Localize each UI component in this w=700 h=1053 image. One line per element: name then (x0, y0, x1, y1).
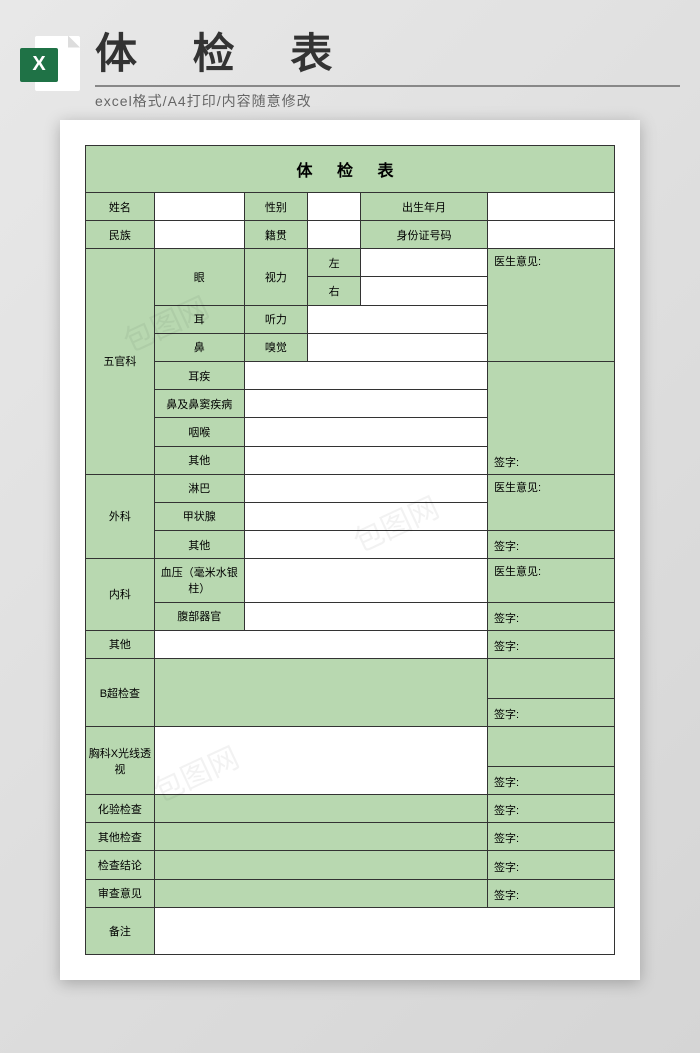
field-smell[interactable] (308, 333, 488, 361)
main-title: 体 检 表 (95, 20, 680, 87)
label-surgery-other: 其他 (154, 531, 244, 559)
label-surgery-opinion: 医生意见: (487, 474, 614, 530)
field-bscan-top[interactable] (487, 658, 614, 698)
field-lab[interactable] (154, 795, 487, 823)
label-ear-disease: 耳疾 (154, 361, 244, 389)
label-smell: 嗅觉 (244, 333, 307, 361)
label-surgery-dept: 外科 (86, 474, 155, 559)
label-right: 右 (308, 277, 361, 305)
label-review-sign: 签字: (487, 879, 614, 907)
field-remark[interactable] (154, 907, 614, 954)
label-abdomen: 腹部器官 (154, 602, 244, 630)
label-ent-dept: 五官科 (86, 249, 155, 474)
field-lymph[interactable] (244, 474, 487, 502)
field-abdomen[interactable] (244, 602, 487, 630)
field-nation[interactable] (154, 221, 244, 249)
label-xray: 胸科X光线透视 (86, 727, 155, 795)
label-vision: 视力 (244, 249, 307, 305)
field-origin[interactable] (308, 221, 361, 249)
excel-icon: X (20, 36, 80, 96)
page-header: X 体 检 表 excel格式/A4打印/内容随意修改 (20, 20, 680, 111)
label-review: 审查意见 (86, 879, 155, 907)
label-lab: 化验检查 (86, 795, 155, 823)
label-xray-sign: 签字: (487, 766, 614, 794)
label-ent-other: 其他 (154, 446, 244, 474)
sub-title: excel格式/A4打印/内容随意修改 (95, 91, 680, 111)
label-conclusion-sign: 签字: (487, 851, 614, 879)
field-hearing[interactable] (308, 305, 488, 333)
label-other-exam-sign: 签字: (487, 823, 614, 851)
label-hearing: 听力 (244, 305, 307, 333)
label-bscan: B超检查 (86, 658, 155, 726)
field-vision-right[interactable] (361, 277, 488, 305)
field-other-exam[interactable] (154, 823, 487, 851)
field-bscan[interactable] (154, 658, 487, 726)
label-lab-sign: 签字: (487, 795, 614, 823)
label-id: 身份证号码 (361, 221, 488, 249)
field-vision-left[interactable] (361, 249, 488, 277)
label-surgery-sign: 签字: (487, 531, 614, 559)
label-other-row: 其他 (86, 630, 155, 658)
label-left: 左 (308, 249, 361, 277)
label-remark: 备注 (86, 907, 155, 954)
label-nose: 鼻 (154, 333, 244, 361)
field-id[interactable] (487, 221, 614, 249)
field-ear-disease[interactable] (244, 361, 487, 389)
label-name: 姓名 (86, 192, 155, 220)
label-internal-dept: 内科 (86, 559, 155, 631)
field-sex[interactable] (308, 192, 361, 220)
field-bp[interactable] (244, 559, 487, 602)
label-bscan-sign: 签字: (487, 698, 614, 726)
label-throat: 咽喉 (154, 418, 244, 446)
field-ent-other[interactable] (244, 446, 487, 474)
field-xray[interactable] (154, 727, 487, 795)
document-paper: 体 检 表 姓名 性别 出生年月 民族 籍贯 身份证号码 五官科 眼 视力 左 … (60, 120, 640, 980)
label-other-sign: 签字: (487, 630, 614, 658)
excel-icon-letter: X (20, 48, 58, 82)
label-sex: 性别 (244, 192, 307, 220)
field-nose-disease[interactable] (244, 390, 487, 418)
field-thyroid[interactable] (244, 502, 487, 530)
label-ear: 耳 (154, 305, 244, 333)
label-internal-sign: 签字: (487, 602, 614, 630)
label-lymph: 淋巴 (154, 474, 244, 502)
label-internal-opinion: 医生意见: (487, 559, 614, 602)
label-dob: 出生年月 (361, 192, 488, 220)
label-other-exam: 其他检查 (86, 823, 155, 851)
label-nose-disease: 鼻及鼻窦疾病 (154, 390, 244, 418)
field-conclusion[interactable] (154, 851, 487, 879)
field-review[interactable] (154, 879, 487, 907)
form-title: 体 检 表 (86, 146, 615, 193)
label-conclusion: 检查结论 (86, 851, 155, 879)
field-name[interactable] (154, 192, 244, 220)
label-thyroid: 甲状腺 (154, 502, 244, 530)
field-xray-top[interactable] (487, 727, 614, 767)
label-ent-sign: 签字: (487, 361, 614, 474)
label-nation: 民族 (86, 221, 155, 249)
label-eye: 眼 (154, 249, 244, 305)
field-dob[interactable] (487, 192, 614, 220)
label-bp: 血压（毫米水银柱） (154, 559, 244, 602)
label-origin: 籍贯 (244, 221, 307, 249)
field-other-row[interactable] (154, 630, 487, 658)
exam-table: 体 检 表 姓名 性别 出生年月 民族 籍贯 身份证号码 五官科 眼 视力 左 … (85, 145, 615, 955)
label-ent-opinion: 医生意见: (487, 249, 614, 362)
field-surgery-other[interactable] (244, 531, 487, 559)
field-throat[interactable] (244, 418, 487, 446)
